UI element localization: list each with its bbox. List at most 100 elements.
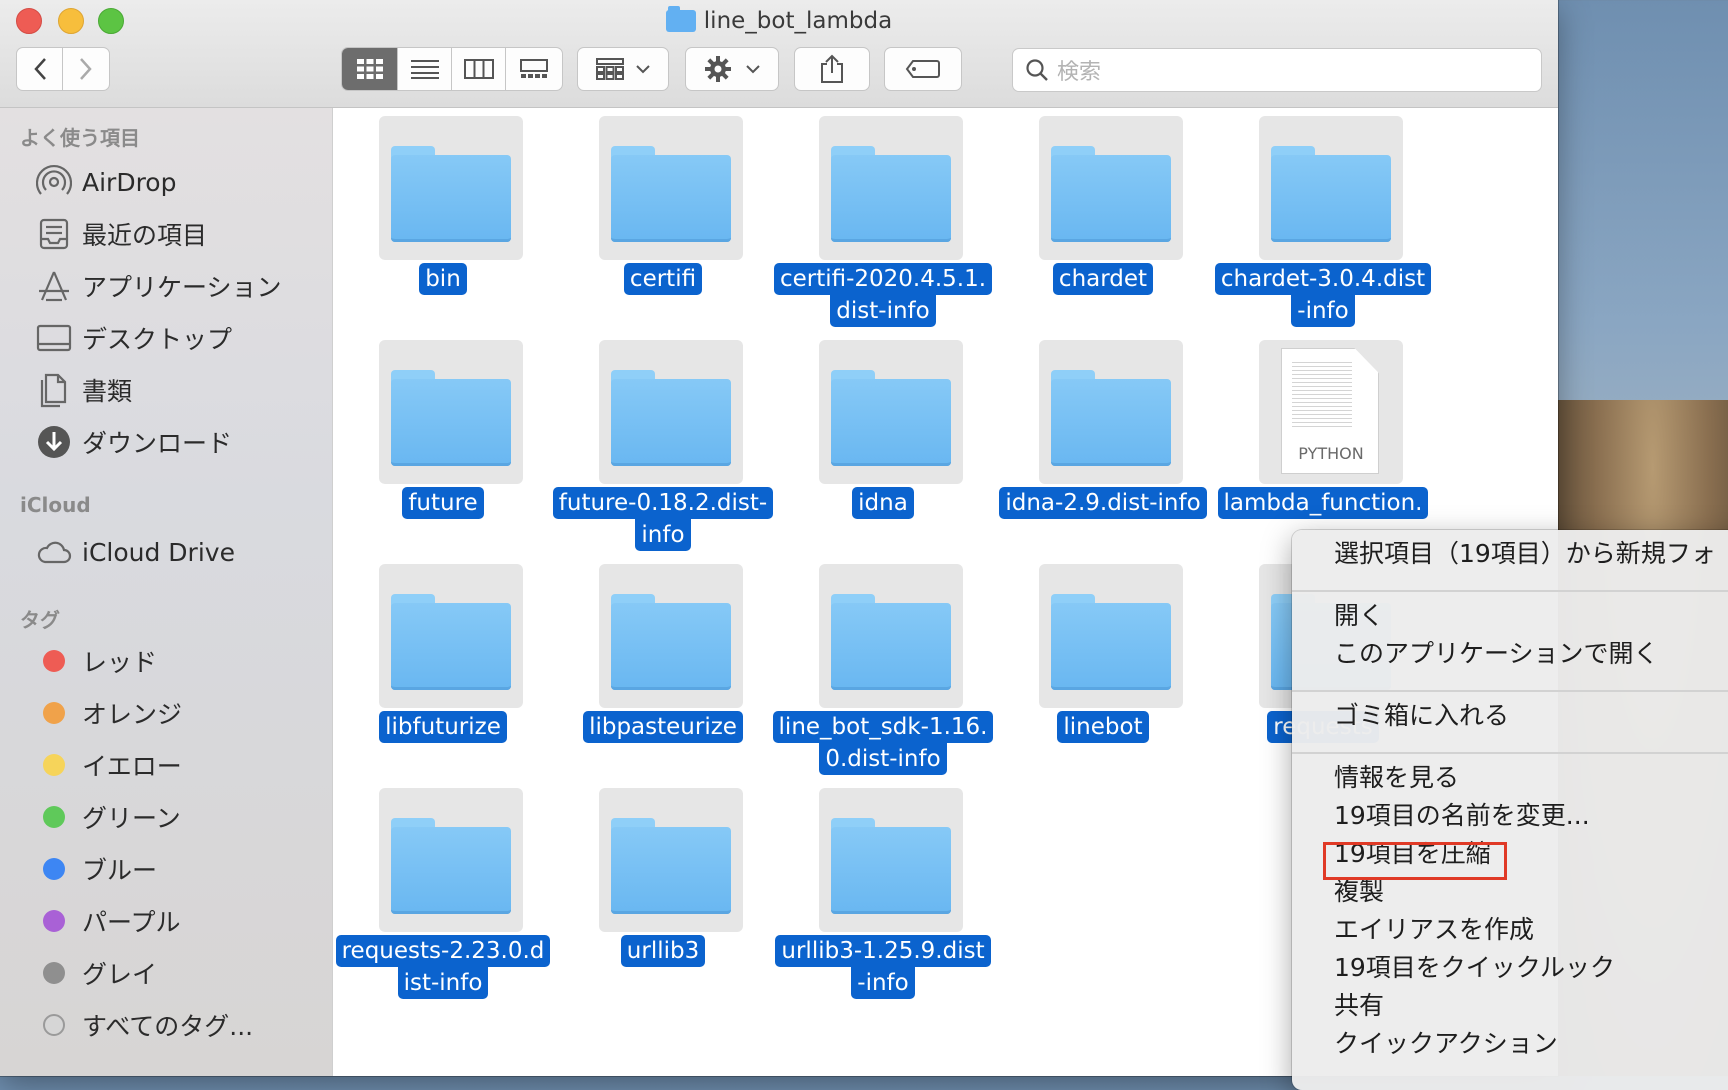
selection-highlight [599, 564, 743, 708]
column-view-button[interactable] [452, 48, 506, 90]
sidebar-item-label: デスクトップ [82, 325, 233, 354]
documents-icon [36, 372, 72, 408]
file-name-line: bin [419, 263, 467, 295]
file-item[interactable]: urllib3 [553, 780, 773, 1004]
sidebar-item-label: 最近の項目 [82, 221, 208, 250]
file-item[interactable]: requests-2.23.0.d ist-info [333, 780, 553, 1004]
sidebar-tag-blue[interactable]: ブルー [36, 847, 157, 891]
menu-item-duplicate[interactable]: 複製 [1334, 876, 1384, 908]
menu-item-new-folder-with-selection[interactable]: 選択項目（19項目）から新規フォ [1334, 538, 1716, 570]
file-item[interactable]: chardet-3.0.4.dist -info [1213, 108, 1433, 332]
menu-item-quick-look[interactable]: 19項目をクイックルック [1334, 952, 1615, 984]
file-item[interactable]: urllib3-1.25.9.dist -info [773, 780, 993, 1004]
group-button[interactable] [577, 47, 669, 91]
menu-item-get-info[interactable]: 情報を見る [1334, 762, 1459, 794]
file-name-line: certifi [623, 263, 703, 295]
chevron-down-icon [746, 65, 760, 74]
folder-icon [391, 594, 511, 690]
sidebar-item-applications[interactable]: アプリケーション [36, 264, 282, 308]
file-item[interactable]: PYTHON lambda_function. [1213, 332, 1433, 556]
sidebar-tag-gray[interactable]: グレイ [36, 951, 157, 995]
sidebar-item-icloud-drive[interactable]: iCloud Drive [36, 530, 235, 574]
folder-icon [1051, 370, 1171, 466]
desktop-icon [36, 320, 72, 356]
menu-item-rename[interactable]: 19項目の名前を変更... [1334, 800, 1590, 832]
sidebar-item-airdrop[interactable]: AirDrop [36, 160, 176, 204]
tag-color-dot [43, 806, 65, 828]
folder-icon [1051, 146, 1171, 242]
file-name-line: requests-2.23.0.d [335, 935, 551, 967]
sidebar-item-downloads[interactable]: ダウンロード [36, 420, 232, 464]
selection-highlight [1039, 340, 1183, 484]
file-item[interactable]: libpasteurize [553, 556, 773, 780]
code-preview [1292, 359, 1352, 429]
action-button[interactable] [685, 47, 779, 91]
folder-icon [1051, 594, 1171, 690]
sidebar-tag-orange[interactable]: オレンジ [36, 691, 182, 735]
file-item[interactable]: future-0.18.2.dist-info [552, 332, 774, 556]
search-icon [1026, 59, 1048, 81]
folder-icon [831, 818, 951, 914]
tag-button[interactable] [884, 47, 962, 91]
airdrop-icon [36, 164, 72, 200]
file-name-line: line_bot_sdk-1.16. [772, 711, 994, 743]
selection-highlight [599, 116, 743, 260]
menu-item-quick-actions[interactable]: クイックアクション [1334, 1028, 1558, 1060]
file-item[interactable]: line_bot_sdk-1.16. 0.dist-info [772, 556, 994, 780]
file-item[interactable]: certifi-2020.4.5.1. dist-info [773, 108, 993, 332]
file-name: chardet-3.0.4.dist -info [1213, 263, 1433, 327]
window-title-text: line_bot_lambda [703, 8, 893, 34]
file-item[interactable]: bin [333, 108, 553, 332]
share-button[interactable] [794, 47, 870, 91]
folder-icon [831, 146, 951, 242]
sidebar-tag-red[interactable]: レッド [36, 639, 157, 683]
sidebar-item-label: グリーン [82, 804, 181, 833]
file-item[interactable]: idna [773, 332, 993, 556]
menu-separator [1292, 752, 1728, 754]
file-name: libfuturize [333, 711, 553, 743]
file-name: linebot [993, 711, 1213, 743]
recents-icon [36, 216, 72, 252]
file-name-line: libfuturize [379, 711, 507, 743]
sidebar-item-label: 書類 [82, 377, 133, 406]
context-menu: 選択項目（19項目）から新規フォ 開く このアプリケーションで開く ゴミ箱に入れ… [1292, 530, 1728, 1090]
menu-item-move-to-trash[interactable]: ゴミ箱に入れる [1334, 700, 1509, 732]
downloads-icon [36, 424, 72, 460]
selection-highlight [1039, 564, 1183, 708]
gallery-view-button[interactable] [506, 48, 562, 90]
sidebar-tag-yellow[interactable]: イエロー [36, 743, 182, 787]
menu-item-compress[interactable]: 19項目を圧縮 [1334, 838, 1491, 870]
file-item[interactable]: libfuturize [333, 556, 553, 780]
sidebar-tag-purple[interactable]: パープル [36, 899, 181, 943]
forward-button[interactable] [63, 48, 109, 90]
file-item[interactable]: future [333, 332, 553, 556]
file-item[interactable]: certifi [553, 108, 773, 332]
selection-highlight: PYTHON [1259, 340, 1403, 484]
sidebar-item-desktop[interactable]: デスクトップ [36, 316, 232, 360]
sidebar-tag-green[interactable]: グリーン [36, 795, 181, 839]
menu-item-share[interactable]: 共有 [1334, 990, 1384, 1022]
list-view-button[interactable] [398, 48, 452, 90]
file-item[interactable]: linebot [993, 556, 1213, 780]
file-name: future [333, 487, 553, 519]
list-icon [410, 60, 439, 79]
file-name-line: linebot [1057, 711, 1149, 743]
back-button[interactable] [17, 48, 64, 90]
file-name-line: info [635, 519, 691, 551]
menu-item-make-alias[interactable]: エイリアスを作成 [1334, 914, 1534, 946]
sidebar-all-tags[interactable]: すべてのタグ... [36, 1003, 253, 1047]
sidebar-item-recents[interactable]: 最近の項目 [36, 212, 207, 256]
file-item[interactable]: idna-2.9.dist-info [993, 332, 1213, 556]
menu-item-open-with[interactable]: このアプリケーションで開く [1334, 638, 1659, 670]
selection-highlight [819, 116, 963, 260]
icon-view-button[interactable] [342, 48, 398, 90]
menu-item-open[interactable]: 開く [1334, 600, 1384, 632]
selection-highlight [599, 340, 743, 484]
sidebar-item-documents[interactable]: 書類 [36, 368, 132, 412]
sidebar-item-label: レッド [82, 648, 158, 677]
file-name: urllib3 [553, 935, 773, 967]
file-name-line: future-0.18.2.dist- [552, 487, 774, 519]
tag-color-dot [43, 962, 65, 984]
file-item[interactable]: chardet [993, 108, 1213, 332]
search-field[interactable]: 検索 [1012, 48, 1542, 92]
